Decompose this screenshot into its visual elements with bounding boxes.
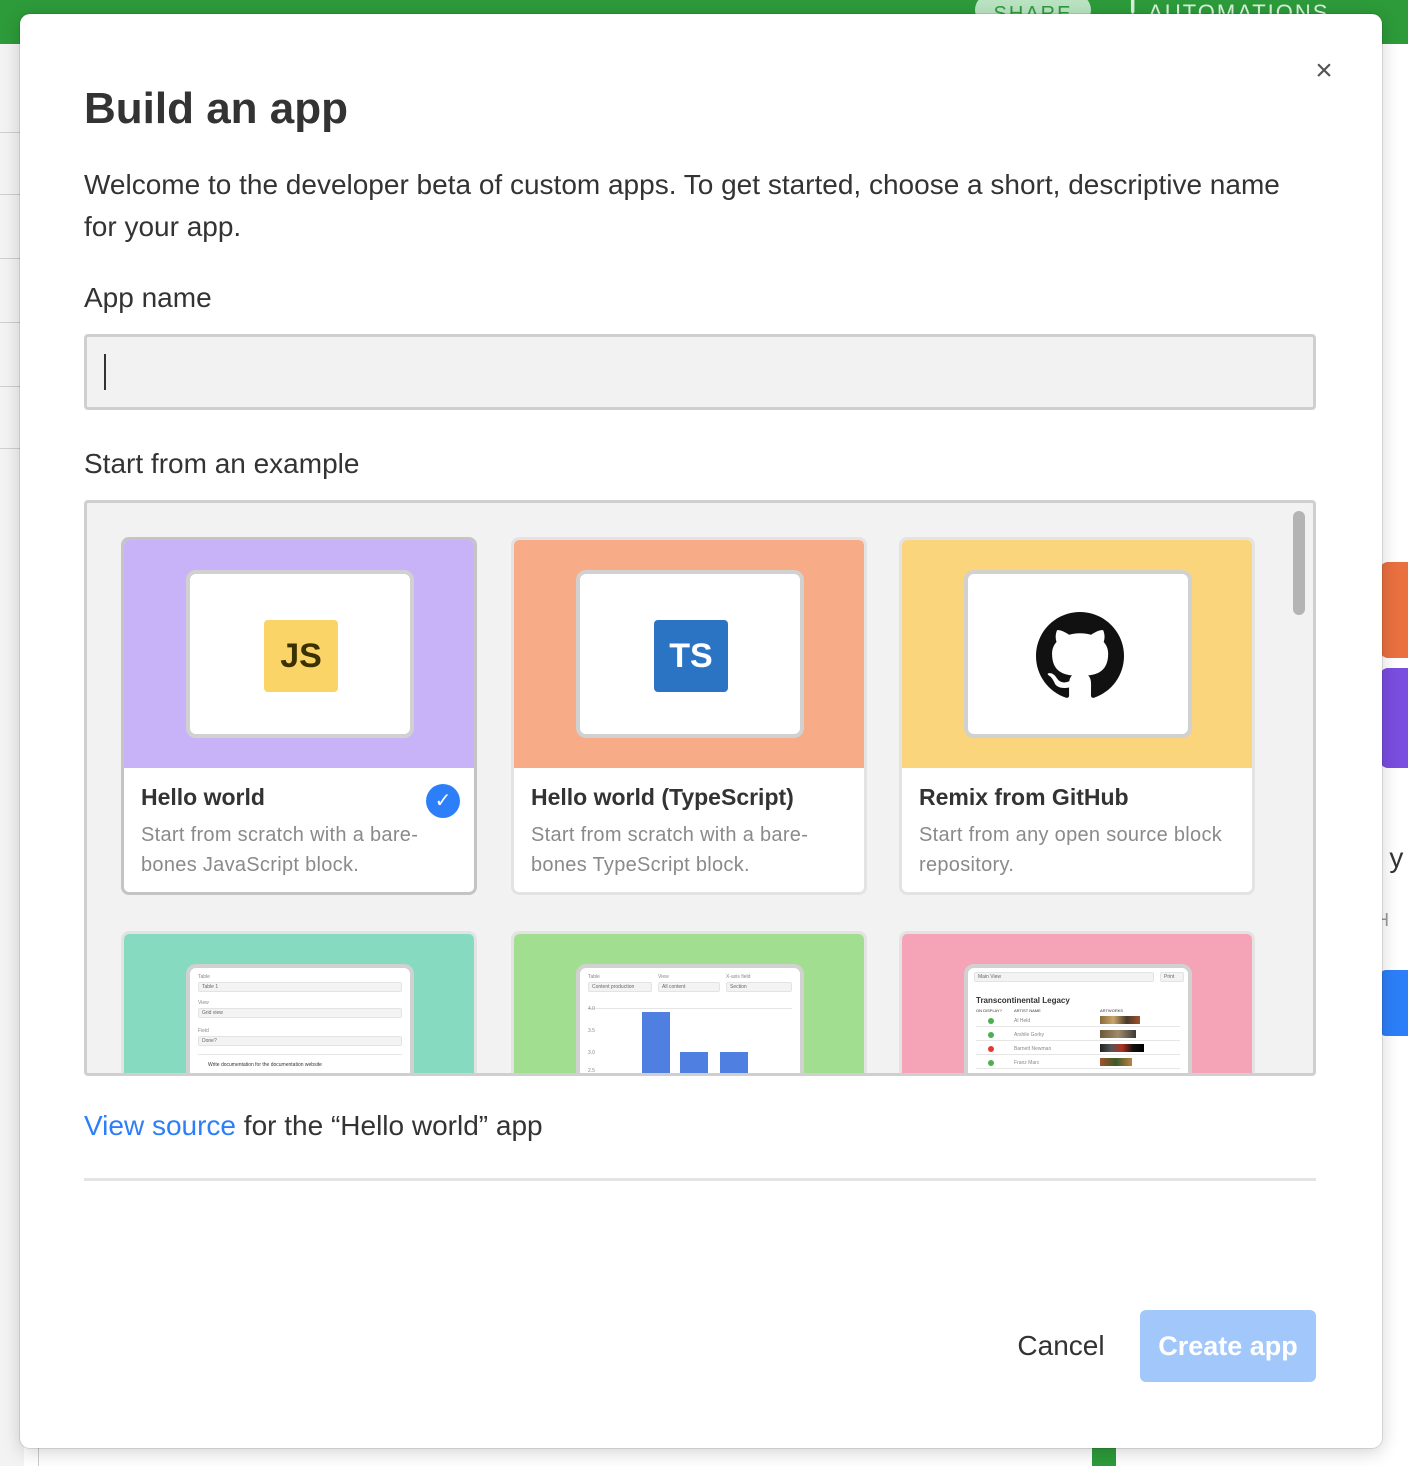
example-card-hello-world-typescript[interactable]: TS Hello world (TypeScript) Start from s… [511,537,867,895]
example-preview: Table View X-axis field Content producti… [576,964,804,1073]
example-preview: JS [186,570,414,738]
example-subtitle: Start from scratch with a bare-bones Typ… [531,824,809,876]
example-card-print-records[interactable]: Main View Print Transcontinental Legacy … [899,931,1255,1073]
javascript-icon: JS [264,620,338,692]
app-name-input[interactable] [84,334,1316,410]
modal-title: Build an app [84,84,348,133]
view-source-link[interactable]: View source [84,1110,236,1141]
example-card-hello-world[interactable]: JS Hello world ✓ Start from scratch with… [121,537,477,895]
example-subtitle: Start from scratch with a bare-bones Jav… [141,824,419,876]
examples-scrollbar[interactable] [1293,511,1305,615]
example-preview: Main View Print Transcontinental Legacy … [964,964,1192,1073]
checkmark-icon: ✓ [426,784,460,818]
example-preview [964,570,1192,738]
example-title: Remix from GitHub [919,784,1129,810]
example-preview: Table Table 1 View Grid view Field Done?… [186,964,414,1073]
example-card-chart[interactable]: Table View X-axis field Content producti… [511,931,867,1073]
cancel-button[interactable]: Cancel [1004,1310,1118,1382]
background-button [1380,970,1408,1036]
github-icon [1036,612,1124,698]
app-name-label: App name [84,282,212,313]
background-app-tile [1380,562,1408,658]
typescript-icon: TS [654,620,728,692]
example-preview: TS [576,570,804,738]
examples-list[interactable]: JS Hello world ✓ Start from scratch with… [84,500,1316,1076]
example-title: Hello world [141,784,265,810]
footer-divider [84,1178,1316,1181]
example-card-remix-from-github[interactable]: Remix from GitHub Start from any open so… [899,537,1255,895]
examples-label: Start from an example [84,448,360,479]
text-caret [104,354,106,390]
preview-bar [720,1052,748,1073]
view-source-text: View source for the “Hello world” app [84,1110,543,1141]
preview-bar [642,1012,670,1073]
example-card-todo[interactable]: Table Table 1 View Grid view Field Done?… [121,931,477,1073]
modal-description: Welcome to the developer beta of custom … [84,169,1280,242]
close-icon[interactable]: × [1310,54,1338,88]
build-app-modal: × Build an app Welcome to the developer … [20,14,1382,1448]
preview-bar [680,1052,708,1073]
background-app-tile [1380,668,1408,768]
example-title: Hello world (TypeScript) [531,784,794,810]
example-subtitle: Start from any open source block reposit… [919,824,1223,876]
create-app-button[interactable]: Create app [1140,1310,1316,1382]
